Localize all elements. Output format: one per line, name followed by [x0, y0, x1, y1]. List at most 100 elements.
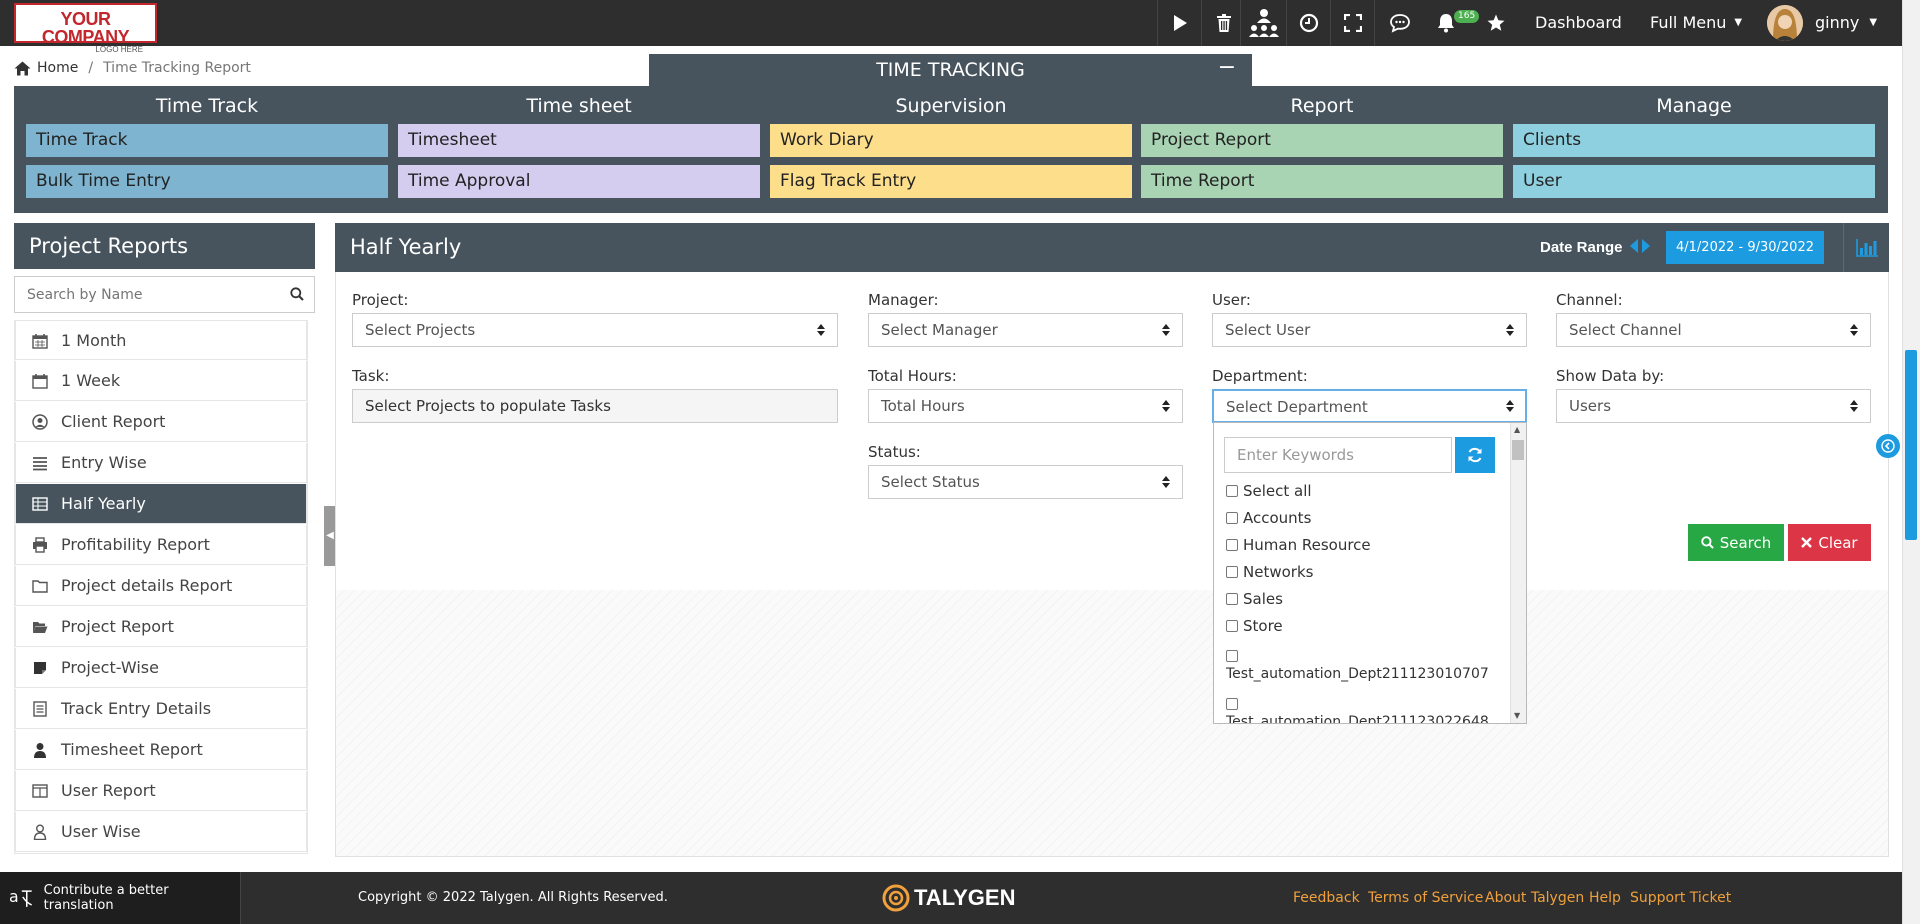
report-item-1-week[interactable]: 1 Week	[15, 361, 307, 401]
department-option-checkbox[interactable]	[1226, 647, 1238, 666]
report-item-1-month[interactable]: 1 Month	[15, 320, 307, 360]
department-option[interactable]: Store	[1226, 617, 1283, 635]
footer-link-about[interactable]: About Talygen	[1485, 872, 1584, 924]
department-option[interactable]: Accounts	[1226, 509, 1311, 527]
avatar[interactable]	[1767, 5, 1803, 41]
full-menu-dropdown[interactable]: Full Menu ▼	[1650, 0, 1742, 46]
department-option-label: Select all	[1243, 482, 1312, 500]
menu-timesheet[interactable]: Timesheet	[398, 124, 760, 157]
task-select[interactable]: Select Projects to populate Tasks	[352, 389, 838, 423]
menu-flag-track-entry[interactable]: Flag Track Entry	[770, 165, 1132, 198]
fullscreen-icon	[1343, 14, 1362, 32]
side-panel-toggle[interactable]	[1876, 434, 1900, 458]
report-item-project-details[interactable]: Project details Report	[15, 566, 307, 606]
trash-button[interactable]	[1201, 0, 1245, 46]
search-icon[interactable]	[290, 286, 304, 305]
report-search-input[interactable]	[15, 277, 275, 312]
timer-button[interactable]	[1286, 0, 1330, 46]
total-hours-select[interactable]: Total Hours	[868, 389, 1183, 423]
report-item-entry-wise[interactable]: Entry Wise	[15, 443, 307, 483]
checkbox[interactable]	[1226, 593, 1238, 605]
report-item-user-report[interactable]: User Report	[15, 771, 307, 811]
department-label: Department:	[1212, 367, 1308, 385]
department-option[interactable]: Human Resource	[1226, 536, 1371, 554]
keyword-search-input[interactable]: Enter Keywords	[1224, 437, 1452, 473]
column-title-time-track: Time Track	[155, 95, 259, 117]
footer-link-help[interactable]: Help	[1589, 872, 1621, 924]
refresh-button[interactable]	[1455, 437, 1495, 473]
department-option-label: Networks	[1243, 563, 1314, 581]
translate-link[interactable]: a Contribute a better translation	[0, 872, 241, 924]
menu-time-approval[interactable]: Time Approval	[398, 165, 760, 198]
page-scrollbar-thumb[interactable]	[1905, 350, 1917, 540]
department-option[interactable]: Networks	[1226, 563, 1313, 581]
clear-button[interactable]: Clear	[1788, 524, 1871, 561]
menu-time-report[interactable]: Time Report	[1141, 165, 1503, 198]
menu-bulk-time-entry[interactable]: Bulk Time Entry	[26, 165, 388, 198]
breadcrumb-home-link[interactable]: Home	[37, 60, 78, 76]
report-item-half-yearly[interactable]: Half Yearly	[15, 484, 307, 524]
checkbox[interactable]	[1226, 650, 1238, 662]
menu-user[interactable]: User	[1513, 165, 1875, 198]
department-option[interactable]: Sales	[1226, 590, 1283, 608]
dashboard-link[interactable]: Dashboard	[1535, 0, 1622, 46]
report-item-project-report[interactable]: Project Report	[15, 607, 307, 647]
report-item-profitability[interactable]: Profitability Report	[15, 525, 307, 565]
checkbox[interactable]	[1226, 512, 1238, 524]
report-item-track-entry-details[interactable]: Track Entry Details	[15, 689, 307, 729]
checkbox[interactable]	[1226, 566, 1238, 578]
department-option-label: Human Resource	[1243, 536, 1371, 554]
menu-time-track[interactable]: Time Track	[26, 124, 388, 157]
checkbox[interactable]	[1226, 485, 1238, 497]
footer-link-terms[interactable]: Terms of Service	[1368, 872, 1483, 924]
scroll-down-icon[interactable]: ▼	[1514, 711, 1520, 720]
menu-work-diary[interactable]: Work Diary	[770, 124, 1132, 157]
chart-view-button[interactable]	[1843, 223, 1889, 272]
show-data-by-select[interactable]: Users	[1556, 389, 1871, 423]
team-hierarchy-button[interactable]	[1240, 0, 1286, 46]
project-select[interactable]: Select Projects	[352, 313, 838, 347]
collapse-panel-button[interactable]: −	[1215, 55, 1239, 85]
department-option-label[interactable]: Test_automation_Dept211123010707	[1226, 666, 1489, 682]
channel-select[interactable]: Select Channel	[1556, 313, 1871, 347]
select-arrows-icon	[1162, 324, 1170, 336]
report-item-label: Half Yearly	[61, 494, 146, 513]
department-option[interactable]: Select all	[1226, 482, 1312, 500]
fullscreen-button[interactable]	[1330, 0, 1374, 46]
manager-select[interactable]: Select Manager	[868, 313, 1183, 347]
date-range-arrows[interactable]	[1628, 238, 1652, 258]
report-item-client-report[interactable]: Client Report	[15, 402, 307, 442]
table-icon	[32, 497, 48, 511]
scroll-up-icon[interactable]: ▲	[1514, 425, 1520, 434]
report-item-label: Client Report	[61, 412, 166, 431]
play-button[interactable]	[1157, 0, 1201, 46]
report-item-label: Entry Wise	[61, 453, 147, 472]
search-button-label: Search	[1719, 533, 1772, 552]
menu-clients[interactable]: Clients	[1513, 124, 1875, 157]
user-menu-dropdown[interactable]: ginny ▼	[1815, 0, 1877, 46]
report-item-user-wise[interactable]: User Wise	[15, 812, 307, 852]
report-item-timesheet-report[interactable]: Timesheet Report	[15, 730, 307, 770]
department-option-checkbox[interactable]	[1226, 695, 1238, 714]
checkbox[interactable]	[1226, 620, 1238, 632]
report-item-project-wise[interactable]: Project-Wise	[15, 648, 307, 688]
department-option-clipped[interactable]: Test_automation_Dept211123022648	[1226, 713, 1510, 723]
dropdown-scrollbar-thumb[interactable]	[1512, 440, 1524, 460]
company-logo[interactable]: YOUR COMPANY LOGO HERE	[14, 3, 157, 54]
department-select[interactable]: Select Department	[1212, 389, 1527, 423]
favorites-button[interactable]	[1476, 0, 1516, 46]
date-range-picker[interactable]: 4/1/2022 - 9/30/2022	[1666, 231, 1824, 264]
talygen-logo: TALYGEN	[882, 882, 1015, 914]
translate-label: Contribute a better translation	[43, 883, 169, 913]
status-select[interactable]: Select Status	[868, 465, 1183, 499]
search-button[interactable]: Search	[1688, 524, 1784, 561]
footer-link-feedback[interactable]: Feedback	[1293, 872, 1360, 924]
footer-link-support-ticket[interactable]: Support Ticket	[1630, 872, 1731, 924]
checkbox[interactable]	[1226, 539, 1238, 551]
user-select[interactable]: Select User	[1212, 313, 1527, 347]
dropdown-scrollbar[interactable]	[1510, 423, 1526, 723]
notifications-button[interactable]	[1428, 0, 1464, 46]
menu-project-report[interactable]: Project Report	[1141, 124, 1503, 157]
checkbox[interactable]	[1226, 698, 1238, 710]
chat-button[interactable]	[1374, 0, 1424, 46]
